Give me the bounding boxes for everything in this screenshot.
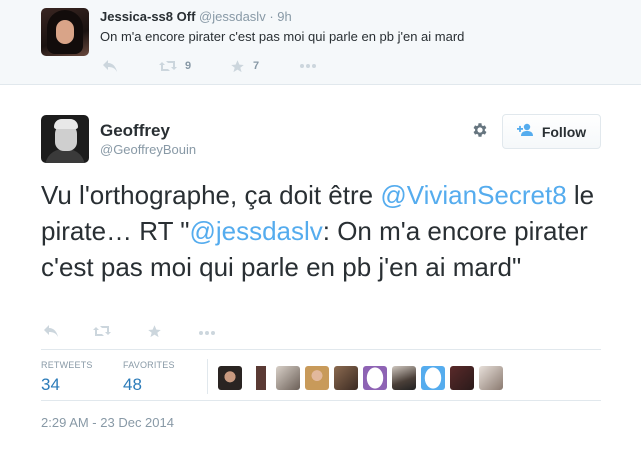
default-egg-avatar[interactable] [363,366,387,390]
default-egg-avatar[interactable] [421,366,445,390]
reply-tweet[interactable]: Jessica-ss8 Off @jessdaslv · 9h On m'a e… [0,0,641,85]
star-icon [231,59,244,72]
retweet-count: 9 [185,60,192,72]
stats-separator [207,359,208,394]
main-avatar[interactable] [41,115,89,163]
retweet-button[interactable]: 9 [159,58,191,74]
avatar-face-shape [56,20,74,44]
favoriter-avatar[interactable] [334,366,358,390]
reply-author-handle[interactable]: @jessdaslv [199,9,266,24]
favoriter-avatar[interactable] [392,366,416,390]
reply-author-name[interactable]: Jessica-ss8 Off [100,9,195,24]
avatar-body-shape [45,149,85,163]
favorites-stat[interactable]: FAVORITES 48 [123,360,175,395]
favoriter-avatar[interactable] [218,366,242,390]
main-actions [41,324,241,340]
divider [41,400,601,401]
favorites-count: 48 [123,375,142,394]
mention-link[interactable]: @VivianSecret8 [380,180,566,210]
reply-avatar[interactable] [41,8,89,56]
star-icon[interactable] [147,324,162,340]
reply-icon[interactable] [43,324,59,340]
avatar-hair-shape [54,119,78,129]
favorite-button[interactable]: 7 [230,58,259,74]
add-user-icon [516,123,535,140]
reply-icon[interactable] [102,58,118,74]
retweets-stat[interactable]: RETWEETS 34 [41,360,93,395]
follow-button[interactable]: Follow [502,114,601,149]
favoriter-avatar[interactable] [479,366,503,390]
reply-header: Jessica-ss8 Off @jessdaslv · 9h [100,9,292,24]
favorites-label: FAVORITES [123,360,175,370]
follow-label: Follow [541,123,587,140]
retweet-icon[interactable] [93,324,111,340]
retweets-count: 34 [41,375,60,394]
gear-icon[interactable] [470,121,490,141]
tweet-text-part: Vu l'orthographe, ça doit être [41,180,381,210]
more-icon[interactable] [198,324,216,340]
tweet-text: Vu l'orthographe, ça doit être @VivianSe… [41,177,601,285]
favoriter-avatar[interactable] [450,366,474,390]
favorite-count: 7 [253,60,260,72]
divider [41,349,601,350]
favoriter-avatar[interactable] [249,366,273,390]
reply-time[interactable]: 9h [277,9,291,24]
favoriter-avatar[interactable] [276,366,300,390]
retweet-icon [159,61,177,71]
retweets-label: RETWEETS [41,360,93,370]
more-icon[interactable] [299,58,317,74]
reply-actions: 9 7 [100,58,330,74]
main-author-name[interactable]: Geoffrey [100,121,170,141]
reply-text: On m'a encore pirater c'est pas moi qui … [100,29,465,44]
mention-link[interactable]: @jessdaslv [189,216,322,246]
favoriter-avatar[interactable] [305,366,329,390]
main-author-handle[interactable]: @GeoffreyBouin [100,142,196,157]
tweet-timestamp[interactable]: 2:29 AM - 23 Dec 2014 [41,415,174,430]
reply-separator: · [269,9,274,24]
